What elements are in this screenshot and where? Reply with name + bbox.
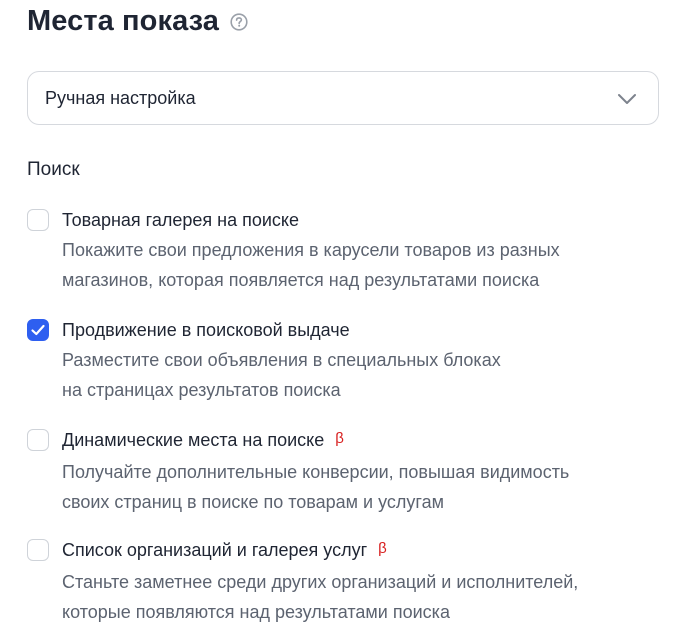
option-description: Разместите свои объявления в специальных… <box>62 345 501 405</box>
option-title-label: Продвижение в поисковой выдаче <box>62 320 350 340</box>
help-icon[interactable] <box>230 13 248 31</box>
option-title[interactable]: Динамические места на поиске β <box>62 429 569 453</box>
option-description: Получайте дополнительные конверсии, повы… <box>62 457 569 517</box>
option-product-gallery: Товарная галерея на поиске Покажите свои… <box>27 209 667 295</box>
chevron-down-icon <box>616 89 638 109</box>
option-search-promotion: Продвижение в поисковой выдаче Разместит… <box>27 319 667 405</box>
option-description: Покажите свои предложения в карусели тов… <box>62 235 560 295</box>
placement-select-value: Ручная настройка <box>45 87 196 108</box>
option-title-label: Товарная галерея на поиске <box>62 210 299 230</box>
header: Места показа <box>27 2 248 40</box>
placement-select[interactable]: Ручная настройка <box>27 71 659 125</box>
beta-badge: β <box>335 430 344 447</box>
option-desc-line: на страницах результатов поиска <box>62 380 341 400</box>
option-desc-line: Станьте заметнее среди других организаци… <box>62 572 579 592</box>
option-checkbox[interactable] <box>27 429 49 451</box>
option-desc-line: своих страниц в поиске по товарам и услу… <box>62 492 444 512</box>
option-title-label: Список организаций и галерея услуг <box>62 540 368 560</box>
page-title: Места показа <box>27 5 220 37</box>
checkmark-icon <box>31 324 45 336</box>
option-desc-line: магазинов, которая появляется над резуль… <box>62 270 540 290</box>
option-text: Продвижение в поисковой выдаче Разместит… <box>62 319 501 405</box>
option-desc-line: Разместите свои объявления в специальных… <box>62 350 501 370</box>
option-desc-line: Получайте дополнительные конверсии, повы… <box>62 462 570 482</box>
option-title[interactable]: Список организаций и галерея услуг β <box>62 539 578 563</box>
section-title-search: Поиск <box>27 159 80 180</box>
option-checkbox-checked[interactable] <box>27 319 49 341</box>
option-title[interactable]: Товарная галерея на поиске <box>62 209 560 231</box>
option-description: Станьте заметнее среди других организаци… <box>62 567 578 627</box>
option-title[interactable]: Продвижение в поисковой выдаче <box>62 319 501 341</box>
option-text: Динамические места на поиске β Получайте… <box>62 429 569 517</box>
option-title-label: Динамические места на поиске <box>62 430 325 450</box>
option-dynamic-places: Динамические места на поиске β Получайте… <box>27 429 667 517</box>
option-desc-line: которые появляются над результатами поис… <box>62 602 450 622</box>
option-organizations-list: Список организаций и галерея услуг β Ста… <box>27 539 667 627</box>
option-desc-line: Покажите свои предложения в карусели тов… <box>62 240 560 260</box>
option-text: Товарная галерея на поиске Покажите свои… <box>62 209 560 295</box>
beta-badge: β <box>378 540 387 557</box>
option-checkbox[interactable] <box>27 209 49 231</box>
option-text: Список организаций и галерея услуг β Ста… <box>62 539 578 627</box>
option-checkbox[interactable] <box>27 539 49 561</box>
